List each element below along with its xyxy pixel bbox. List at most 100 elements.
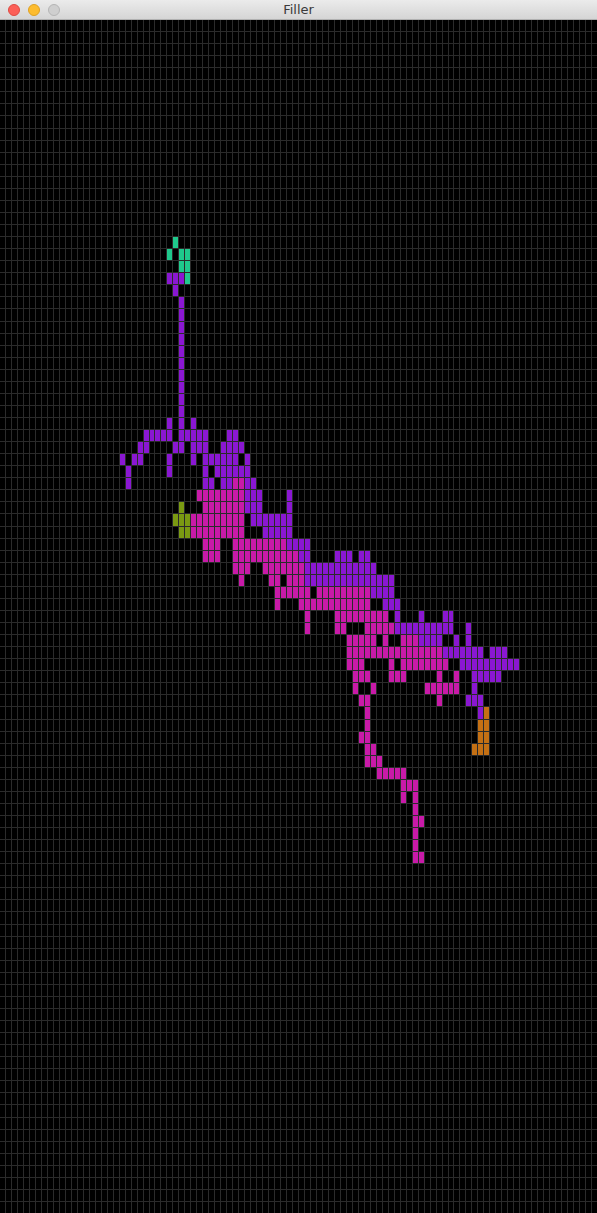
empty-cell xyxy=(78,165,83,176)
empty-cell xyxy=(197,153,202,164)
empty-cell xyxy=(209,237,214,248)
empty-cell xyxy=(574,80,579,91)
empty-cell xyxy=(114,80,119,91)
empty-cell xyxy=(580,213,585,224)
empty-cell xyxy=(395,201,400,212)
empty-cell xyxy=(508,201,513,212)
empty-cell xyxy=(120,92,125,103)
empty-cell xyxy=(263,32,268,43)
empty-cell xyxy=(395,104,400,115)
empty-cell xyxy=(251,68,256,79)
empty-cell xyxy=(592,225,597,236)
empty-cell xyxy=(150,56,155,67)
empty-cell xyxy=(478,201,483,212)
empty-cell xyxy=(299,153,304,164)
empty-cell xyxy=(275,44,280,55)
empty-cell xyxy=(401,165,406,176)
empty-cell xyxy=(568,104,573,115)
empty-cell xyxy=(257,44,262,55)
empty-cell xyxy=(329,80,334,91)
empty-cell xyxy=(191,92,196,103)
empty-cell xyxy=(365,225,370,236)
empty-cell xyxy=(425,32,430,43)
empty-cell xyxy=(353,20,358,31)
empty-cell xyxy=(120,141,125,152)
empty-cell xyxy=(42,32,47,43)
empty-cell xyxy=(466,116,471,127)
empty-cell xyxy=(347,165,352,176)
empty-cell xyxy=(66,249,71,260)
empty-cell xyxy=(48,104,53,115)
empty-cell xyxy=(233,80,238,91)
empty-cell xyxy=(449,201,454,212)
empty-cell xyxy=(341,201,346,212)
empty-cell xyxy=(30,213,35,224)
empty-cell xyxy=(335,237,340,248)
empty-cell xyxy=(227,165,232,176)
empty-cell xyxy=(233,141,238,152)
empty-cell xyxy=(419,56,424,67)
empty-cell xyxy=(311,129,316,140)
empty-cell xyxy=(150,104,155,115)
empty-cell xyxy=(287,213,292,224)
empty-cell xyxy=(161,165,166,176)
empty-cell xyxy=(155,20,160,31)
empty-cell xyxy=(580,189,585,200)
empty-cell xyxy=(460,116,465,127)
empty-cell xyxy=(550,32,555,43)
empty-cell xyxy=(233,129,238,140)
empty-cell xyxy=(185,141,190,152)
empty-cell xyxy=(227,189,232,200)
empty-cell xyxy=(233,237,238,248)
empty-cell xyxy=(502,153,507,164)
empty-cell xyxy=(383,225,388,236)
empty-cell xyxy=(592,141,597,152)
empty-cell xyxy=(562,237,567,248)
empty-cell xyxy=(478,32,483,43)
empty-cell xyxy=(586,129,591,140)
empty-cell xyxy=(311,213,316,224)
empty-cell xyxy=(472,177,477,188)
zoom-button[interactable] xyxy=(48,4,60,16)
empty-cell xyxy=(114,201,119,212)
empty-cell xyxy=(197,177,202,188)
empty-cell xyxy=(341,56,346,67)
empty-cell xyxy=(66,56,71,67)
empty-cell xyxy=(6,153,11,164)
empty-cell xyxy=(556,129,561,140)
empty-cell xyxy=(90,56,95,67)
empty-cell xyxy=(341,104,346,115)
empty-cell xyxy=(36,249,41,260)
empty-cell xyxy=(335,141,340,152)
empty-cell xyxy=(586,44,591,55)
empty-cell xyxy=(185,68,190,79)
empty-cell xyxy=(167,129,172,140)
empty-cell xyxy=(568,116,573,127)
empty-cell xyxy=(60,165,65,176)
empty-cell xyxy=(568,32,573,43)
empty-cell xyxy=(574,201,579,212)
empty-cell xyxy=(568,165,573,176)
empty-cell xyxy=(18,32,23,43)
empty-cell xyxy=(179,116,184,127)
empty-cell xyxy=(221,213,226,224)
empty-cell xyxy=(365,201,370,212)
empty-cell xyxy=(341,80,346,91)
empty-cell xyxy=(30,20,35,31)
empty-cell xyxy=(437,56,442,67)
empty-cell xyxy=(329,165,334,176)
empty-cell xyxy=(484,68,489,79)
close-button[interactable] xyxy=(8,4,20,16)
empty-cell xyxy=(484,189,489,200)
empty-cell xyxy=(562,104,567,115)
minimize-button[interactable] xyxy=(28,4,40,16)
empty-cell xyxy=(48,201,53,212)
empty-cell xyxy=(353,68,358,79)
empty-cell xyxy=(592,165,597,176)
empty-cell xyxy=(544,141,549,152)
empty-cell xyxy=(132,237,137,248)
empty-cell xyxy=(359,129,364,140)
empty-cell xyxy=(586,104,591,115)
empty-cell xyxy=(299,68,304,79)
empty-cell xyxy=(275,165,280,176)
